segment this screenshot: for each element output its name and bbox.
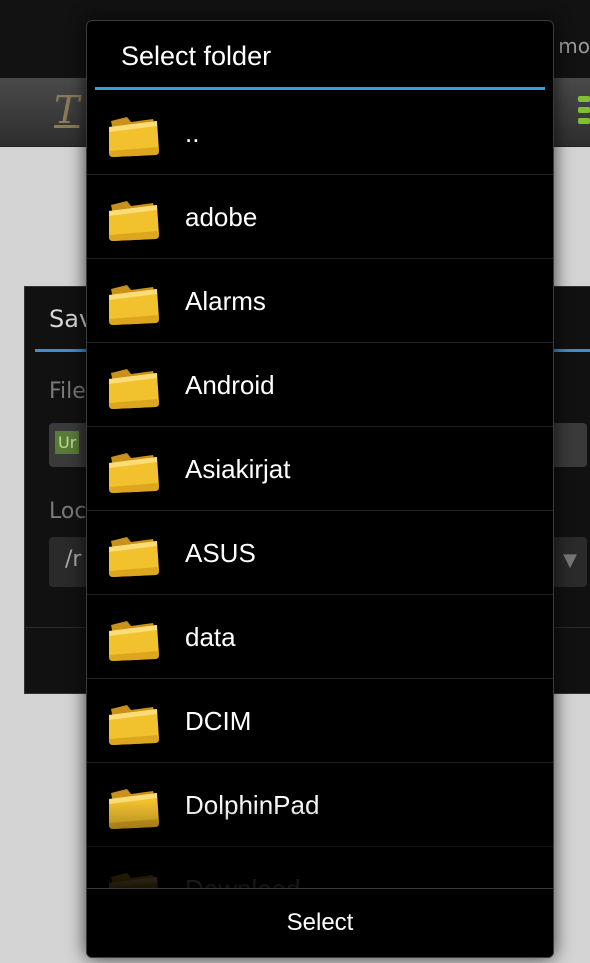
folder-row[interactable]: data — [87, 595, 553, 679]
folder-row[interactable]: adobe — [87, 175, 553, 259]
folder-name: adobe — [185, 202, 258, 232]
location-label: Loc — [49, 499, 87, 524]
app-logo: T — [54, 88, 80, 132]
select-button[interactable]: Select — [87, 889, 553, 957]
folder-icon — [105, 699, 161, 747]
folder-icon — [105, 447, 161, 495]
folder-row[interactable]: DCIM — [87, 679, 553, 763]
select-folder-dialog: Select folder .. adobe Alarms Android Asiaki… — [86, 20, 554, 958]
dropdown-arrow-icon: ▼ — [563, 550, 577, 571]
folder-row[interactable]: ASUS — [87, 511, 553, 595]
folder-icon — [105, 783, 161, 831]
dialog-title: Select folder — [121, 41, 272, 71]
folder-icon — [105, 279, 161, 327]
title-divider — [95, 87, 545, 90]
folder-icon — [105, 615, 161, 663]
folder-name: data — [185, 622, 236, 652]
filename-value: Ur — [55, 431, 80, 454]
menu-icon[interactable] — [578, 96, 590, 130]
folder-row[interactable]: Android — [87, 343, 553, 427]
folder-row[interactable]: DolphinPad — [87, 763, 553, 847]
folder-row[interactable]: Asiakirjat — [87, 427, 553, 511]
status-text: mo — [558, 34, 590, 58]
folder-row[interactable]: Download — [87, 847, 553, 891]
folder-name: Asiakirjat — [185, 454, 291, 484]
button-bar: Select — [87, 888, 553, 957]
folder-icon — [105, 195, 161, 243]
folder-name: Alarms — [185, 286, 266, 316]
folder-name: .. — [185, 118, 200, 148]
folder-icon — [105, 111, 161, 159]
folder-list[interactable]: .. adobe Alarms Android Asiakirjat ASUS data DC… — [87, 91, 553, 891]
filename-label: File — [49, 379, 86, 404]
folder-name: ASUS — [185, 538, 256, 568]
folder-name: DolphinPad — [185, 790, 320, 820]
folder-name: DCIM — [185, 706, 252, 736]
folder-icon — [105, 531, 161, 579]
folder-icon — [105, 363, 161, 411]
location-value: /r — [65, 547, 82, 572]
folder-row[interactable]: .. — [87, 91, 553, 175]
folder-name: Android — [185, 370, 275, 400]
folder-row[interactable]: Alarms — [87, 259, 553, 343]
